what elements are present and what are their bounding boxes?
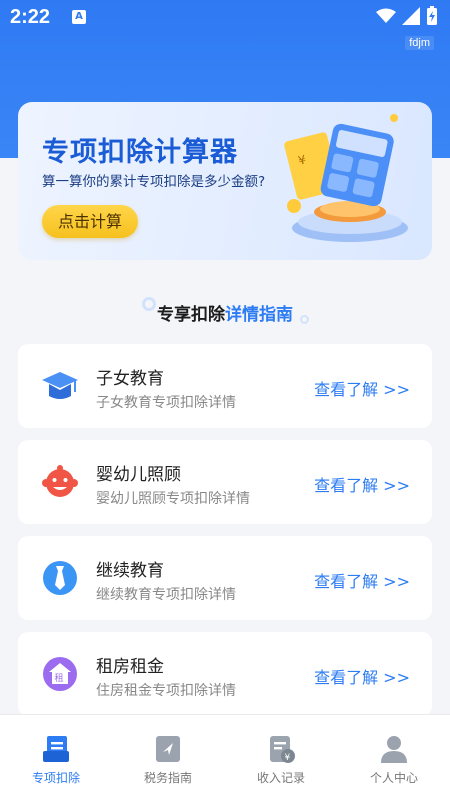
document-list-icon — [43, 736, 69, 762]
view-details-link[interactable]: 查看了解 >> — [314, 376, 410, 400]
banner-title: 专项扣除计算器 — [42, 137, 238, 168]
tab-label: 个人中心 — [369, 771, 418, 785]
tab-label: 专项扣除 — [31, 771, 80, 785]
card-title: 子女教育 — [96, 369, 164, 389]
tab-personal-center[interactable]: 个人中心 — [338, 715, 450, 800]
card-desc: 婴幼儿照顾专项扣除详情 — [96, 491, 250, 507]
signal-icon — [402, 7, 420, 25]
card-desc: 住房租金专项扣除详情 — [96, 683, 236, 699]
card-house-rent[interactable]: 租 租房租金 住房租金专项扣除详情 查看了解 >> — [18, 632, 432, 716]
tab-special-deduction[interactable]: 专项扣除 — [0, 715, 112, 800]
status-bar: 2:22 A — [0, 0, 450, 36]
notification-icon: A — [72, 10, 86, 24]
tie-icon — [43, 561, 77, 595]
card-continuing-education[interactable]: 继续教育 继续教育专项扣除详情 查看了解 >> — [18, 536, 432, 620]
battery-icon — [427, 6, 437, 25]
tab-income-record[interactable]: ¥ 收入记录 — [225, 715, 337, 800]
view-details-link[interactable]: 查看了解 >> — [314, 664, 410, 688]
calculator-coins-illustration: ¥ — [284, 114, 408, 242]
banner-subtitle: 算一算你的累计专项扣除是多少金额? — [42, 174, 266, 190]
tab-label: 收入记录 — [256, 771, 305, 785]
card-desc: 继续教育专项扣除详情 — [96, 587, 236, 603]
view-details-link[interactable]: 查看了解 >> — [314, 472, 410, 496]
card-desc: 子女教育专项扣除详情 — [96, 395, 236, 411]
card-title: 婴幼儿照顾 — [96, 465, 181, 485]
card-title: 继续教育 — [96, 561, 164, 581]
wifi-icon — [376, 8, 396, 23]
guide-book-icon — [156, 736, 180, 762]
income-record-icon: ¥ — [270, 736, 295, 763]
card-infant-care[interactable]: 婴幼儿照顾 婴幼儿照顾专项扣除详情 查看了解 >> — [18, 440, 432, 524]
tab-tax-guide[interactable]: 税务指南 — [112, 715, 224, 800]
card-title: 租房租金 — [96, 657, 164, 677]
baby-face-icon — [42, 465, 78, 497]
status-time: 2:22 — [10, 6, 51, 28]
person-icon — [381, 736, 407, 763]
debug-tag: fdjm — [405, 36, 434, 50]
tab-label: 税务指南 — [143, 771, 192, 785]
card-child-education[interactable]: 子女教育 子女教育专项扣除详情 查看了解 >> — [18, 344, 432, 428]
house-rent-icon: 租 — [43, 657, 77, 691]
graduation-cap-icon — [42, 372, 78, 399]
svg-text:租: 租 — [55, 673, 64, 684]
calculator-banner[interactable]: 专项扣除计算器 算一算你的累计专项扣除是多少金额? 点击计算 ¥ — [18, 102, 432, 260]
section-title: 专享扣除详情指南 — [157, 305, 293, 325]
bottom-tab-bar: 专项扣除 税务指南 ¥ 收入记录 个人中心 — [0, 714, 450, 800]
svg-text:¥: ¥ — [285, 753, 291, 763]
view-details-link[interactable]: 查看了解 >> — [314, 568, 410, 592]
calculate-button[interactable]: 点击计算 — [42, 205, 138, 238]
